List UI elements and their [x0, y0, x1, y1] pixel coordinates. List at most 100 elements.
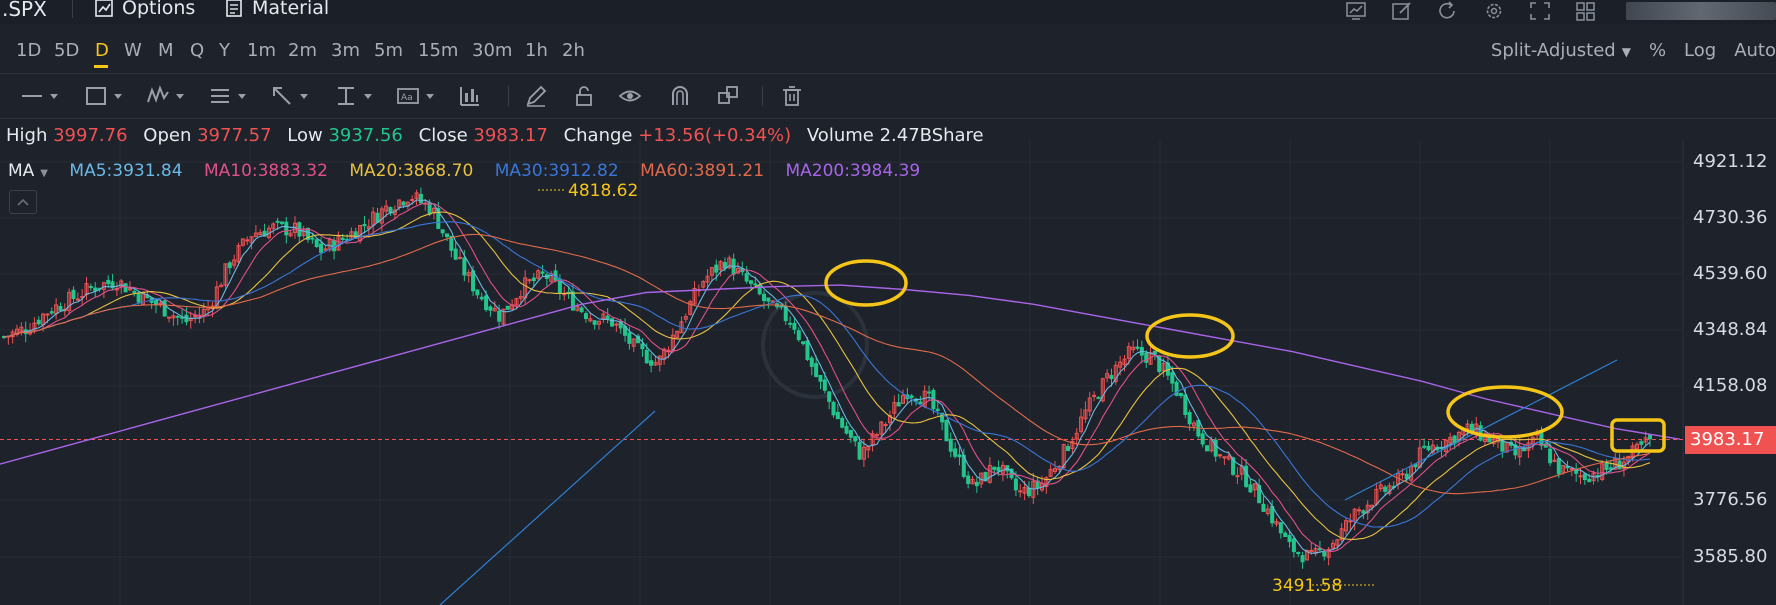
period-5m[interactable]: 5m — [374, 40, 403, 61]
period-M[interactable]: M — [158, 40, 174, 61]
candle-body — [1569, 468, 1574, 471]
period-15m[interactable]: 15m — [418, 40, 458, 61]
clone-tool[interactable] — [716, 84, 740, 108]
candle-body — [462, 257, 467, 276]
pencil-tool[interactable] — [524, 84, 548, 108]
dropdown-arrow-icon — [176, 93, 184, 99]
chart-settings-icon[interactable] — [1344, 0, 1368, 22]
candle-body — [644, 349, 649, 364]
period-2m[interactable]: 2m — [288, 40, 317, 61]
period-3m[interactable]: 3m — [331, 40, 360, 61]
split-adjusted-select[interactable]: Split-Adjusted ▼ — [1491, 40, 1631, 61]
period-1m[interactable]: 1m — [247, 40, 276, 61]
price-tick-label: 4158.08 — [1693, 375, 1768, 396]
candle-body — [418, 193, 423, 204]
rectangle-tool[interactable] — [84, 84, 122, 108]
candle-body — [49, 311, 54, 314]
candle-body — [488, 306, 493, 311]
candle-body — [275, 220, 280, 223]
candle-body — [427, 202, 432, 215]
pattern-tool[interactable] — [146, 84, 184, 108]
candle-body — [1170, 372, 1175, 384]
candle-body — [1522, 447, 1527, 452]
arrow-tool[interactable] — [270, 84, 308, 108]
gear-icon[interactable] — [1482, 0, 1506, 22]
text-note-tool[interactable] — [208, 84, 246, 108]
line-tool-icon — [22, 95, 42, 97]
period-1h[interactable]: 1h — [525, 40, 548, 61]
line-tool[interactable] — [20, 84, 58, 108]
change-label: Change — [563, 125, 633, 146]
edit-icon[interactable] — [1390, 0, 1414, 22]
candle-body — [1218, 454, 1223, 457]
ma60-value: MA60:3891.21 — [640, 161, 765, 181]
period-D[interactable]: D — [95, 40, 109, 61]
candle-body — [88, 285, 93, 288]
material-button[interactable]: Material — [224, 0, 329, 19]
auto-toggle[interactable]: Auto — [1734, 40, 1776, 61]
candle-body — [610, 318, 615, 327]
period-1D[interactable]: 1D — [16, 40, 41, 61]
period-W[interactable]: W — [124, 40, 142, 61]
symbol-label[interactable]: .SPX — [2, 0, 47, 21]
collapse-indicators-button[interactable] — [9, 190, 37, 214]
percent-toggle[interactable]: % — [1649, 40, 1666, 61]
candle-body — [106, 279, 111, 285]
price-tick-label: 4539.60 — [1693, 263, 1768, 284]
range-tool[interactable] — [334, 84, 372, 108]
price-tick-label: 3776.56 — [1693, 489, 1768, 510]
delete-tool[interactable] — [780, 84, 804, 108]
account-avatar[interactable] — [1626, 2, 1776, 20]
clone-icon — [718, 86, 738, 104]
text-tool[interactable]: Aa — [396, 84, 434, 108]
candle-body — [540, 271, 545, 274]
split-adjusted-label: Split-Adjusted — [1490, 40, 1616, 61]
period-5D[interactable]: 5D — [54, 40, 79, 61]
period-Y[interactable]: Y — [219, 40, 230, 61]
candle-body — [909, 395, 914, 398]
options-button[interactable]: Options — [94, 0, 195, 19]
candle-body — [1135, 346, 1140, 349]
grid-layout-icon[interactable] — [1574, 0, 1598, 22]
toolbar-divider — [762, 86, 763, 106]
candle-body — [953, 448, 958, 457]
candle-body — [1548, 448, 1553, 464]
candle-body — [788, 322, 793, 325]
candle-body — [1300, 555, 1305, 563]
fullscreen-icon[interactable] — [1528, 0, 1552, 22]
candle-body — [284, 221, 289, 236]
candle-body — [1235, 475, 1240, 478]
period-Q[interactable]: Q — [190, 40, 204, 61]
visibility-tool[interactable] — [618, 84, 642, 108]
log-toggle[interactable]: Log — [1684, 40, 1716, 61]
high-annotation: 4818.62 — [568, 181, 639, 201]
candle-body — [966, 475, 971, 485]
period-30m[interactable]: 30m — [472, 40, 512, 61]
candle-body — [801, 341, 806, 345]
lock-tool[interactable] — [572, 84, 596, 108]
caret-down-icon: ▼ — [1621, 45, 1631, 59]
candle-body — [614, 323, 619, 326]
ohlc-readout: High 3997.76 Open 3977.57 Low 3937.56 Cl… — [6, 125, 984, 146]
magnet-tool[interactable] — [668, 84, 692, 108]
refresh-icon[interactable] — [1436, 0, 1460, 22]
candle-body — [375, 212, 380, 223]
material-label: Material — [252, 0, 330, 19]
period-2h[interactable]: 2h — [562, 40, 585, 61]
candle-body — [1648, 434, 1652, 440]
candle-body — [857, 441, 862, 460]
candle-body — [1144, 352, 1149, 363]
candle-body — [123, 283, 128, 293]
ma-toggle[interactable]: MA ▼ — [8, 161, 48, 181]
candle-body — [167, 316, 172, 319]
dropdown-arrow-icon — [238, 93, 246, 99]
candle-body — [314, 239, 319, 248]
candle-body — [1587, 478, 1592, 483]
price-chart[interactable] — [0, 140, 1776, 605]
candle-body — [944, 419, 949, 442]
candle-body — [1361, 510, 1366, 514]
magnet-icon — [672, 86, 688, 105]
indicator-tool[interactable] — [458, 84, 482, 108]
low-value: 3937.56 — [328, 125, 403, 146]
candle-body — [132, 290, 137, 293]
